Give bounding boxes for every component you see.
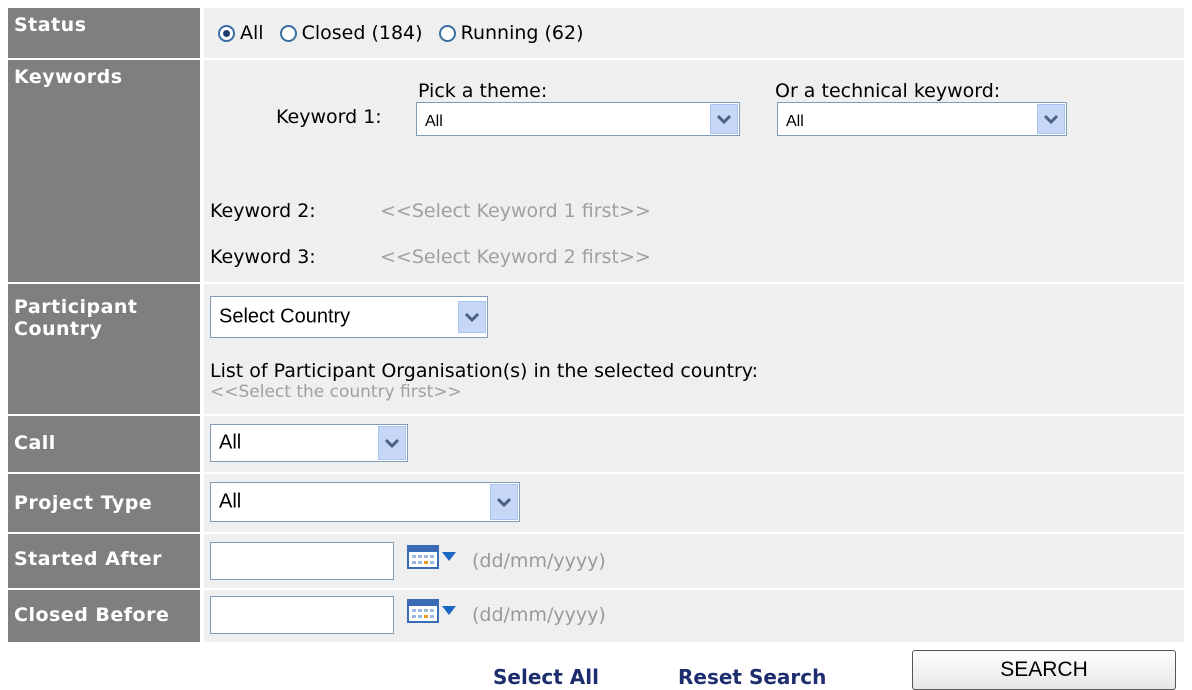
keyword1-label: Keyword 1: xyxy=(276,106,382,128)
keywords-label: Keywords xyxy=(8,60,204,282)
org-list-caption: List of Participant Organisation(s) in t… xyxy=(210,360,759,382)
calendar-icon[interactable] xyxy=(404,542,460,572)
participant-country-label: Participant Country xyxy=(8,284,204,414)
status-running-radio[interactable]: Running (62) xyxy=(438,22,584,44)
started-after-calendar-button[interactable] xyxy=(402,540,462,574)
keyword2-label: Keyword 2: xyxy=(210,200,316,222)
status-all-radio[interactable]: All xyxy=(218,22,264,44)
chevron-down-icon[interactable] xyxy=(458,301,486,333)
call-label: Call xyxy=(8,416,204,472)
calendar-icon[interactable] xyxy=(404,596,460,626)
keyword3-hint: <<Select Keyword 2 first>> xyxy=(380,246,651,268)
chevron-down-icon[interactable] xyxy=(710,104,738,134)
radio-icon[interactable] xyxy=(438,25,456,42)
technical-keyword-select[interactable]: All xyxy=(777,102,1067,136)
participant-country-row: Participant Country Select Country List … xyxy=(8,284,1184,416)
technical-keyword-caption: Or a technical keyword: xyxy=(775,80,1001,102)
chevron-down-icon[interactable] xyxy=(1037,104,1065,134)
status-closed-radio[interactable]: Closed (184) xyxy=(279,22,423,44)
reset-search-link[interactable]: Reset Search xyxy=(678,665,826,689)
closed-before-label: Closed Before xyxy=(8,590,204,642)
select-all-link[interactable]: Select All xyxy=(493,665,599,689)
chevron-down-icon[interactable] xyxy=(490,484,518,520)
started-after-input[interactable] xyxy=(210,542,394,580)
closed-before-calendar-button[interactable] xyxy=(402,594,462,628)
started-after-row: Started After (dd/mm/yyyy) xyxy=(8,534,1184,590)
org-list-hint: <<Select the country first>> xyxy=(210,382,462,402)
project-type-row: Project Type All xyxy=(8,474,1184,534)
status-label: Status xyxy=(8,8,204,58)
closed-before-row: Closed Before (dd/mm/yyyy) xyxy=(8,590,1184,642)
country-select[interactable]: Select Country xyxy=(210,296,488,338)
closed-before-format-hint: (dd/mm/yyyy) xyxy=(472,604,606,626)
theme-select[interactable]: All xyxy=(416,102,740,136)
radio-selected-icon[interactable] xyxy=(218,25,235,42)
radio-icon[interactable] xyxy=(279,25,297,42)
search-form: Status All Closed (184) Running (62) Key… xyxy=(8,8,1184,642)
status-row: Status All Closed (184) Running (62) xyxy=(8,8,1184,60)
project-type-select[interactable]: All xyxy=(210,482,520,522)
theme-caption: Pick a theme: xyxy=(418,80,548,102)
keywords-row: Keywords Keyword 1: Pick a theme: All Or… xyxy=(8,60,1184,284)
started-after-label: Started After xyxy=(8,534,204,588)
call-select[interactable]: All xyxy=(210,424,408,462)
closed-before-input[interactable] xyxy=(210,596,394,634)
call-row: Call All xyxy=(8,416,1184,474)
project-type-label: Project Type xyxy=(8,474,204,532)
started-after-format-hint: (dd/mm/yyyy) xyxy=(472,550,606,572)
keyword2-hint: <<Select Keyword 1 first>> xyxy=(380,200,651,222)
search-button[interactable]: SEARCH xyxy=(912,650,1176,690)
keyword3-label: Keyword 3: xyxy=(210,246,316,268)
chevron-down-icon[interactable] xyxy=(378,426,406,460)
